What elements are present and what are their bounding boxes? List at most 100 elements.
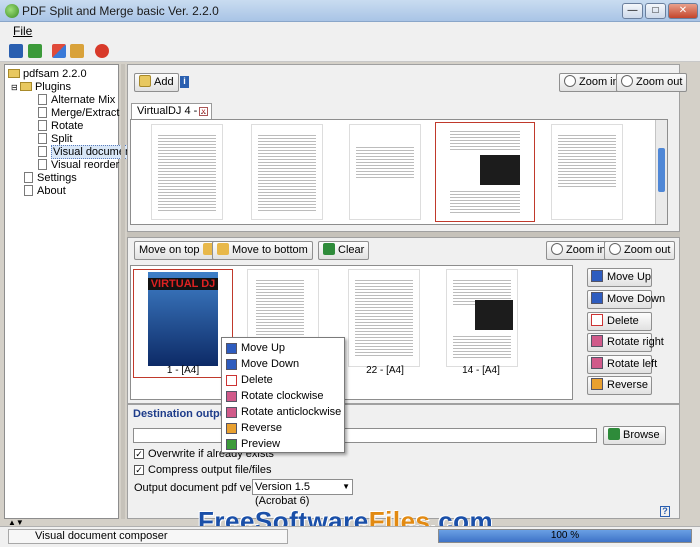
- collapse-arrows-icon[interactable]: ▲▼: [8, 518, 24, 527]
- zoom-in-button-mid[interactable]: Zoom in: [546, 241, 611, 260]
- sidebar-item-alternate-mix[interactable]: Alternate Mix: [38, 94, 115, 107]
- zoom-out-label: Zoom out: [636, 76, 683, 88]
- ctx-rotate-anticlockwise[interactable]: Rotate anticlockwise: [222, 404, 344, 420]
- zoom-in-icon: [564, 75, 576, 87]
- vertical-splitter[interactable]: [121, 64, 125, 519]
- delete-button[interactable]: Delete: [587, 312, 652, 331]
- page-text-lines: [356, 145, 414, 179]
- rotate-left-icon: [591, 357, 603, 369]
- rotate-right-label: Rotate right: [607, 336, 664, 348]
- clean-icon[interactable]: [70, 44, 84, 58]
- ctx-rotate-clockwise[interactable]: Rotate clockwise: [222, 388, 344, 404]
- page-label: 1 - [A4]: [166, 365, 200, 376]
- pdf-version-value: Version 1.5 (Acrobat 6): [255, 481, 311, 507]
- delete-icon: [226, 375, 237, 386]
- app-icon: [5, 4, 19, 18]
- tree-plugins-label: Plugins: [34, 81, 72, 93]
- compress-checkbox[interactable]: ✓: [134, 465, 144, 475]
- move-down-label: Move Down: [607, 293, 666, 305]
- open-icon[interactable]: [28, 44, 42, 58]
- document-icon: [38, 146, 47, 157]
- page-text-lines: [453, 334, 511, 358]
- ctx-move-up[interactable]: Move Up: [222, 340, 344, 356]
- zoom-in-button-top[interactable]: Zoom in: [559, 73, 624, 92]
- page-image: [480, 155, 520, 185]
- zoom-out-icon: [609, 243, 621, 255]
- tab-label: VirtualDJ 4 - ..: [137, 105, 207, 117]
- reverse-label: Reverse: [607, 379, 648, 391]
- ctx-move-down[interactable]: Move Down: [222, 356, 344, 372]
- source-page-thumbnail[interactable]: [349, 124, 421, 220]
- rotate-right-button[interactable]: Rotate right: [587, 333, 664, 352]
- tab-document[interactable]: VirtualDJ 4 - .. x: [131, 103, 212, 119]
- help-icon[interactable]: ?: [660, 506, 670, 517]
- clear-button[interactable]: Clear: [318, 241, 370, 260]
- source-page-thumbnail-selected[interactable]: [435, 122, 535, 222]
- vertical-scrollbar[interactable]: [655, 120, 667, 224]
- save-icon[interactable]: [9, 44, 23, 58]
- reverse-icon: [226, 423, 237, 434]
- browse-button[interactable]: Browse: [603, 426, 666, 445]
- theme-icon[interactable]: [52, 44, 66, 58]
- zoom-out-icon: [621, 75, 633, 87]
- page-text-lines: [558, 133, 616, 189]
- ctx-label: Rotate anticlockwise: [241, 406, 342, 418]
- arrow-down-icon: [226, 359, 237, 370]
- tree-plugins[interactable]: ⊟ Plugins: [11, 81, 71, 94]
- zoom-out-button-mid[interactable]: Zoom out: [604, 241, 676, 260]
- ctx-preview[interactable]: Preview: [222, 436, 344, 452]
- title-bar: PDF Split and Merge basic Ver. 2.2.0 — □…: [0, 0, 700, 22]
- tree-root[interactable]: pdfsam 2.2.0: [8, 68, 87, 81]
- add-button[interactable]: Add: [134, 73, 179, 92]
- pdf-version-select[interactable]: Version 1.5 (Acrobat 6) ▼: [252, 479, 353, 507]
- sidebar-item-visual-reorder[interactable]: Visual reorder: [38, 159, 119, 172]
- close-button[interactable]: ✕: [668, 3, 698, 19]
- move-down-button[interactable]: Move Down: [587, 290, 665, 309]
- sidebar-item-about[interactable]: About: [24, 185, 66, 198]
- tree-item-label: Split: [51, 133, 73, 145]
- composed-page-3[interactable]: [348, 269, 420, 367]
- move-on-top-label: Move on top: [139, 244, 200, 256]
- zoom-out-button-top[interactable]: Zoom out: [616, 73, 688, 92]
- page-text-lines: [450, 129, 520, 151]
- progress-bar: 100 %: [438, 529, 692, 543]
- sidebar-item-rotate[interactable]: Rotate: [38, 120, 83, 133]
- source-page-thumbnail[interactable]: [151, 124, 223, 220]
- move-to-bottom-button[interactable]: Move to bottom: [212, 241, 313, 260]
- plugin-tree: pdfsam 2.2.0 ⊟ Plugins Alternate Mix Mer…: [4, 64, 137, 519]
- ctx-label: Preview: [241, 438, 281, 450]
- zoom-out-label: Zoom out: [624, 244, 671, 256]
- move-up-button[interactable]: Move Up: [587, 268, 652, 287]
- cover-image: VIRTUAL DJ: [148, 272, 218, 366]
- source-page-thumbnail[interactable]: [251, 124, 323, 220]
- sidebar-item-merge-extract[interactable]: Merge/Extract: [38, 107, 119, 120]
- menu-file[interactable]: File: [13, 24, 32, 38]
- progress-label: 100 %: [550, 530, 580, 541]
- tab-close-icon[interactable]: x: [199, 107, 208, 116]
- move-on-top-button[interactable]: Move on top: [134, 241, 220, 260]
- folder-icon: [8, 69, 20, 78]
- ctx-delete[interactable]: Delete: [222, 372, 344, 388]
- add-label: Add: [154, 76, 174, 88]
- scrollbar-thumb[interactable]: [658, 148, 665, 192]
- arrow-up-icon: [591, 270, 603, 282]
- page-label: 14 - [A4]: [462, 365, 500, 376]
- ctx-reverse[interactable]: Reverse: [222, 420, 344, 436]
- reverse-button[interactable]: Reverse: [587, 376, 652, 395]
- ctx-label: Rotate clockwise: [241, 390, 324, 402]
- document-icon: [38, 107, 47, 118]
- maximize-button[interactable]: □: [645, 3, 666, 19]
- rotate-left-button[interactable]: Rotate left: [587, 355, 657, 374]
- minimize-button[interactable]: —: [622, 3, 643, 19]
- preview-icon: [226, 439, 237, 450]
- source-page-thumbnail[interactable]: [551, 124, 623, 220]
- composed-page-1[interactable]: VIRTUAL DJ: [133, 269, 233, 378]
- output-panel: [127, 404, 680, 519]
- exit-icon[interactable]: [95, 44, 109, 58]
- destination-input[interactable]: [133, 428, 597, 443]
- info-icon[interactable]: i: [180, 76, 189, 88]
- overwrite-checkbox[interactable]: ✓: [134, 449, 144, 459]
- sidebar-item-settings[interactable]: Settings: [24, 172, 77, 185]
- composed-page-4[interactable]: [446, 269, 518, 367]
- page-text-lines: [355, 278, 413, 358]
